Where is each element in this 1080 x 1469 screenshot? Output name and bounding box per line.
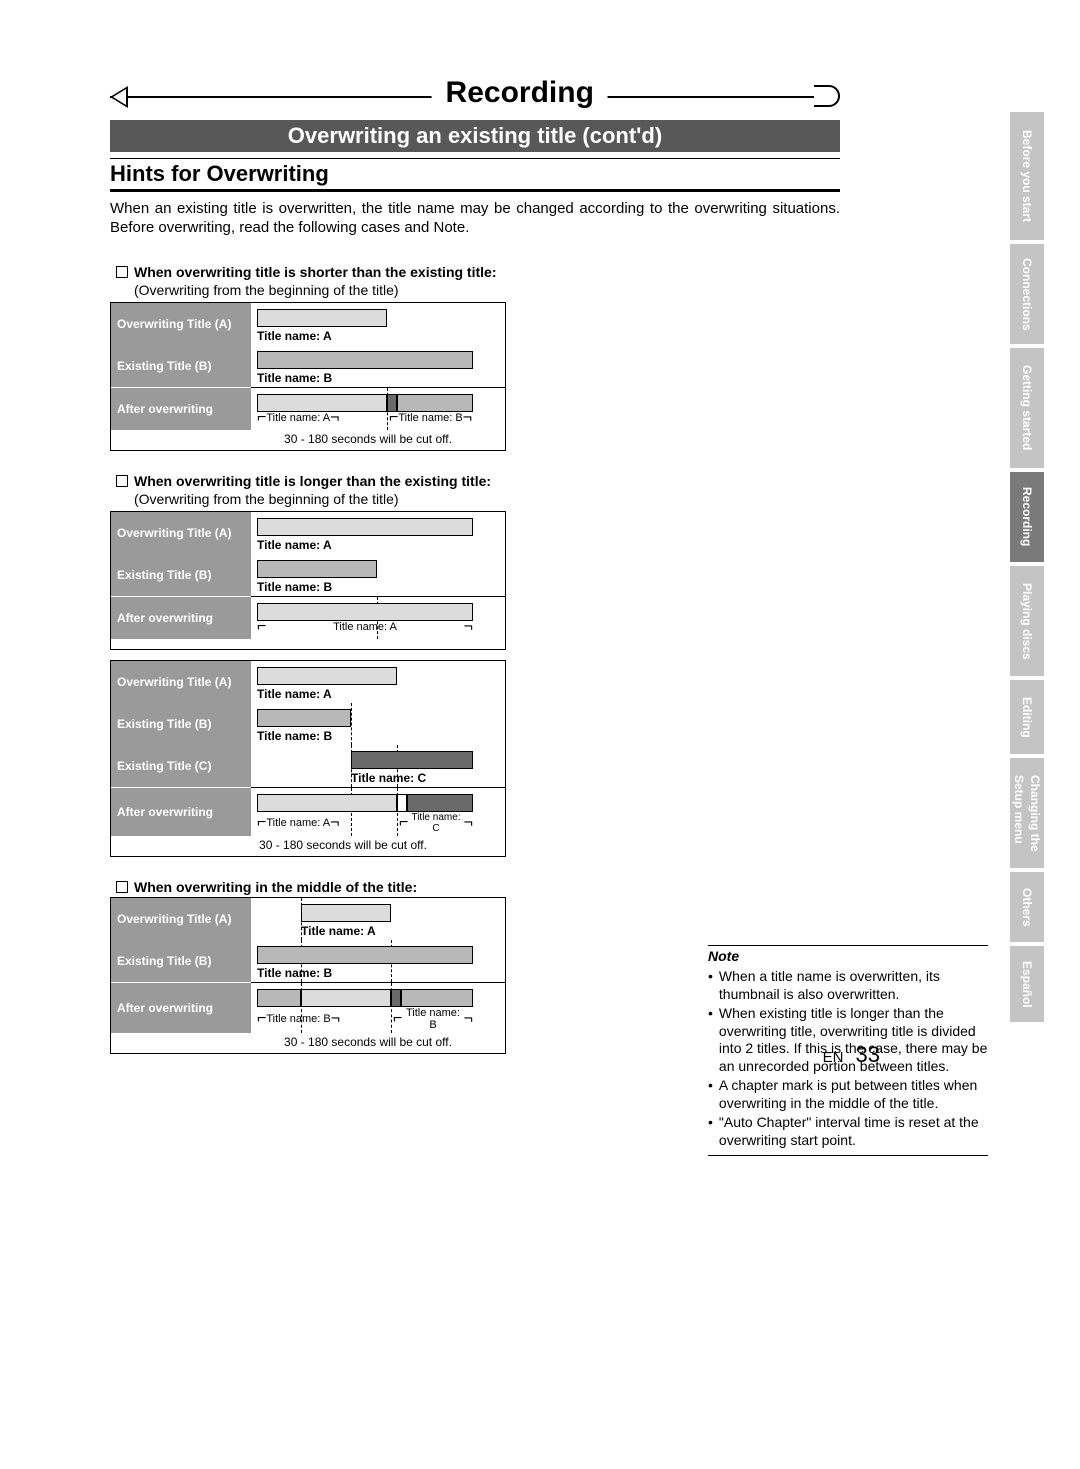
row-label: After overwriting xyxy=(111,788,251,836)
row-label: Existing Title (B) xyxy=(111,345,251,387)
sub-banner: Overwriting an existing title (cont'd) xyxy=(110,120,840,152)
bar-caption: Title name: B xyxy=(257,371,499,385)
diagram-case2: Overwriting Title (A) Title name: A Exis… xyxy=(110,511,506,650)
bar-caption: Title name: A xyxy=(266,817,330,829)
diagram-case2b: Overwriting Title (A) Title name: A Exis… xyxy=(110,660,506,857)
bar-caption: Title name: A xyxy=(257,687,499,701)
bar-caption: Title name: C xyxy=(257,771,499,785)
side-tab[interactable]: Before you start xyxy=(1010,112,1044,240)
diagram-case1: Overwriting Title (A) Title name: A Exis… xyxy=(110,302,506,451)
bar-caption: Title name: A xyxy=(257,538,499,552)
diagram-footnote: 30 - 180 seconds will be cut off. xyxy=(111,430,505,450)
row-label: Existing Title (B) xyxy=(111,554,251,596)
page-number: EN33 xyxy=(823,1042,880,1068)
checkbox-icon xyxy=(116,266,128,278)
note-item: •When a title name is overwritten, its t… xyxy=(708,968,988,1003)
bar-caption: Title name: B xyxy=(257,580,499,594)
page-title: Recording xyxy=(432,76,608,110)
checkbox-icon xyxy=(116,881,128,893)
section-heading: Hints for Overwriting xyxy=(110,158,840,192)
row-label: Overwriting Title (A) xyxy=(111,898,251,940)
case2-sub: (Overwriting from the beginning of the t… xyxy=(134,491,1000,507)
row-label: After overwriting xyxy=(111,983,251,1033)
note-item: •"Auto Chapter" interval time is reset a… xyxy=(708,1114,988,1149)
side-tab[interactable]: Setup menuChanging the xyxy=(1010,758,1044,868)
banner-cap-right xyxy=(814,85,840,107)
bar-caption: Title name: A xyxy=(257,924,499,938)
banner-arrow-left xyxy=(110,86,128,108)
bar-caption: Title name: B xyxy=(266,1013,330,1025)
bar-caption: Title name: B xyxy=(398,412,462,424)
row-label: Overwriting Title (A) xyxy=(111,661,251,703)
side-tabs: Before you start Connections Getting start… xyxy=(1010,112,1044,1026)
bar-caption: Title name: B xyxy=(257,966,499,980)
case1-header: When overwriting title is shorter than t… xyxy=(116,264,1000,280)
case2-header: When overwriting title is longer than th… xyxy=(116,473,1000,489)
bar-caption: Title name: A xyxy=(266,412,330,424)
row-label: Overwriting Title (A) xyxy=(111,512,251,554)
side-tab[interactable]: Editing xyxy=(1010,680,1044,754)
case1-sub: (Overwriting from the beginning of the t… xyxy=(134,282,1000,298)
bar-caption: Title name: B xyxy=(402,1007,463,1031)
diagram-footnote: 30 - 180 seconds will be cut off. xyxy=(111,836,505,856)
bar-caption: Title name: C xyxy=(408,812,463,834)
side-tab[interactable]: Others xyxy=(1010,872,1044,942)
side-tab[interactable]: Español xyxy=(1010,946,1044,1022)
bar-caption: Title name: B xyxy=(257,729,499,743)
diagram-case3: Overwriting Title (A) Title name: A Exis… xyxy=(110,897,506,1054)
note-item: •A chapter mark is put between titles wh… xyxy=(708,1077,988,1112)
row-label: Existing Title (C) xyxy=(111,745,251,787)
bar-caption: Title name: A xyxy=(333,621,397,633)
side-tab[interactable]: Playing discs xyxy=(1010,566,1044,676)
side-tab[interactable]: Getting started xyxy=(1010,348,1044,468)
bar-caption: Title name: A xyxy=(257,329,499,343)
banner: Recording xyxy=(110,80,1000,116)
row-label: After overwriting xyxy=(111,388,251,430)
checkbox-icon xyxy=(116,475,128,487)
side-tab[interactable]: Recording xyxy=(1010,472,1044,562)
intro-text: When an existing title is overwritten, t… xyxy=(110,200,840,238)
case3-header: When overwriting in the middle of the ti… xyxy=(116,879,1000,895)
diagram-footnote: 30 - 180 seconds will be cut off. xyxy=(111,1033,505,1053)
row-label: Existing Title (B) xyxy=(111,703,251,745)
row-label: After overwriting xyxy=(111,597,251,639)
side-tab[interactable]: Connections xyxy=(1010,244,1044,344)
row-label: Existing Title (B) xyxy=(111,940,251,982)
note-heading: Note xyxy=(708,945,988,964)
row-label: Overwriting Title (A) xyxy=(111,303,251,345)
